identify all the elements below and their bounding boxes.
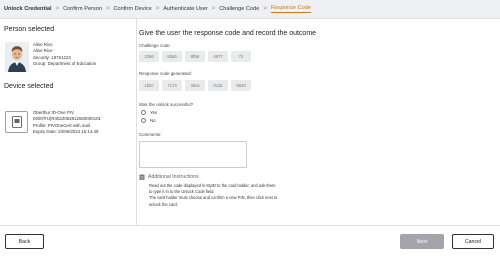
main-panel: Give the user the response code and reco… — [139, 19, 500, 225]
next-button[interactable]: Next — [400, 234, 444, 249]
unlock-question: Was the unlock successful? — [139, 102, 194, 107]
response-code-group: 1b0c 7173 48ca 0115 6833 — [139, 80, 251, 91]
challenge-code-cell: 1366 — [139, 51, 159, 62]
radio-yes[interactable] — [141, 110, 146, 115]
response-code-label: Response code generated: — [139, 71, 192, 76]
response-code-cell: 48ca — [185, 80, 205, 91]
device-serial: 0000TrU(R4022052812550000101 — [33, 116, 101, 122]
instructions-text: Read out the code displayed in MyID to t… — [149, 183, 349, 208]
chevron-right-icon: > — [263, 6, 267, 12]
device-section-title: Device selected — [4, 83, 54, 90]
challenge-code-cell: 4677 — [208, 51, 228, 62]
radio-no[interactable] — [141, 118, 146, 123]
avatar — [5, 42, 29, 72]
crumb-authenticate-user[interactable]: Authenticate User — [163, 6, 207, 12]
device-details: Oberthur ID-One PIV 0000TrU(R40220528125… — [33, 110, 101, 135]
smartcard-icon — [12, 116, 22, 128]
challenge-code-label: Challenge code: — [139, 43, 171, 48]
response-code-cell: 1b0c — [139, 80, 159, 91]
comments-label: Comments: — [139, 132, 162, 137]
crumb-response-code[interactable]: Response Code — [270, 5, 311, 13]
back-button[interactable]: Back — [5, 234, 44, 249]
chevron-right-icon: > — [105, 6, 110, 12]
crumb-confirm-person[interactable]: Confirm Person — [63, 6, 102, 12]
breadcrumb: Unlock Credential > Confirm Person > Con… — [0, 0, 500, 19]
challenge-code-group: 1366 83a5 8f86 4677 72 — [139, 51, 251, 62]
response-code-cell: 6833 — [231, 80, 251, 91]
page-title: Give the user the response code and reco… — [139, 30, 317, 37]
cancel-button[interactable]: Cancel — [452, 234, 494, 249]
chevron-right-icon: > — [55, 6, 60, 12]
response-code-cell: 7173 — [162, 80, 182, 91]
instruction-line: unlock the card. — [149, 201, 178, 207]
device-expiry: Expiry Date: 20/06/2024 15:14:49 — [33, 128, 99, 134]
unlock-yes-option[interactable]: Yes — [141, 110, 157, 115]
person-section-title: Person selected — [4, 26, 55, 33]
footer-bar: Back Next Cancel — [0, 225, 500, 256]
person-details: Alise Rice Alise Rice Security: 19761223… — [33, 42, 96, 67]
person-group: Group: Department of Education — [33, 60, 97, 66]
challenge-code-cell: 72 — [231, 51, 251, 62]
crumb-unlock-credential[interactable]: Unlock Credential — [4, 6, 52, 12]
radio-no-label: No — [150, 118, 156, 123]
additional-instructions-title: Additional Instructions — [148, 174, 199, 180]
additional-instructions-header: Additional Instructions — [139, 174, 199, 180]
response-code-cell: 0115 — [208, 80, 228, 91]
crumb-confirm-device[interactable]: Confirm Device — [113, 6, 151, 12]
left-panel: Person selected Alise Rice Alise Rice Se… — [0, 19, 137, 225]
challenge-code-cell: 83a5 — [162, 51, 182, 62]
challenge-code-cell: 8f86 — [185, 51, 205, 62]
radio-yes-label: Yes — [150, 110, 158, 115]
device-card-thumbnail — [5, 111, 28, 133]
unlock-no-option[interactable]: No — [141, 118, 156, 123]
crumb-challenge-code[interactable]: Challenge Code — [219, 6, 259, 12]
comments-field[interactable] — [139, 141, 247, 168]
clipboard-icon — [139, 174, 145, 180]
chevron-right-icon: > — [155, 6, 160, 12]
chevron-right-icon: > — [211, 6, 216, 12]
